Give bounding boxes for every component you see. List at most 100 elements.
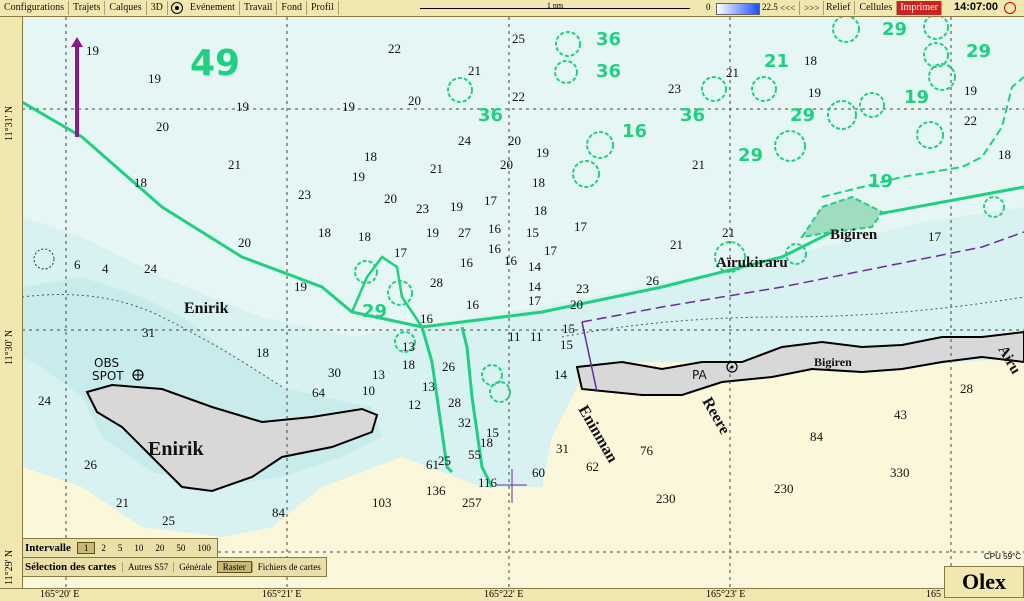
configurations-button[interactable]: Configurations [0, 1, 69, 15]
nautical-chart[interactable]: 49 36 36 36 36 16 29 21 29 19 29 19 29 2… [22, 17, 1024, 588]
clock: 14:07:00 [954, 1, 999, 13]
place-name-airukiraru: Aïrukiraru [716, 255, 788, 271]
sounding: 20 [384, 191, 397, 206]
interval-option-10[interactable]: 10 [128, 543, 149, 553]
sounding: 26 [84, 457, 98, 472]
sounding: 18 [534, 203, 547, 218]
latitude-label: 11°30' N [4, 329, 15, 365]
sounding: 19 [352, 169, 365, 184]
cellules-button[interactable]: Cellules [855, 1, 898, 15]
sounding: 24 [458, 133, 472, 148]
sounding: 18 [364, 149, 377, 164]
place-name-bigiren: Bigiren [814, 355, 852, 369]
sounding: 230 [656, 491, 676, 506]
depth-box-36: 36 [680, 105, 705, 126]
trajets-button[interactable]: Trajets [69, 1, 106, 15]
sounding: 17 [544, 243, 558, 258]
sounding: 18 [318, 225, 331, 240]
profil-button[interactable]: Profil [307, 1, 339, 15]
sounding: 21 [228, 157, 241, 172]
depth-box-29: 29 [882, 19, 907, 40]
sounding: 16 [488, 241, 502, 256]
sounding: 84 [810, 429, 824, 444]
sounding: 31 [556, 441, 569, 456]
latitude-label: 11°29' N [4, 549, 15, 585]
sounding: 13 [422, 379, 435, 394]
scale-label: 1 nm [546, 1, 564, 10]
sounding: 12 [408, 397, 421, 412]
interval-option-50[interactable]: 50 [170, 543, 191, 553]
sounding: 20 [156, 119, 169, 134]
sounding: 16 [504, 253, 518, 268]
interval-option-1[interactable]: 1 [76, 542, 96, 554]
sounding: 330 [890, 465, 910, 480]
sounding: 21 [722, 225, 735, 240]
sounding: 21 [116, 495, 129, 510]
sounding: 21 [670, 237, 683, 252]
sounding: 17 [574, 219, 588, 234]
depth-box-29: 29 [966, 41, 991, 62]
sun-icon[interactable] [1004, 2, 1016, 14]
interval-option-5[interactable]: 5 [112, 543, 129, 553]
depth-box-29: 29 [738, 145, 763, 166]
sounding: 18 [804, 53, 817, 68]
interval-option-2[interactable]: 2 [95, 543, 112, 553]
depth-box-49: 49 [190, 43, 240, 84]
generale-button[interactable]: Générale [173, 562, 216, 572]
calques-button[interactable]: Calques [105, 1, 147, 15]
sounding: 26 [442, 359, 456, 374]
depth-box-36: 36 [596, 61, 621, 82]
sounding: 18 [998, 147, 1011, 162]
sounding: 28 [960, 381, 973, 396]
sounding: 21 [468, 63, 481, 78]
imprimer-button[interactable]: Imprimer [897, 1, 942, 15]
sounding: 30 [328, 365, 341, 380]
chart-selection-panel: Sélection des cartes Autres S57 Générale… [22, 557, 327, 577]
interval-option-100[interactable]: 100 [191, 543, 217, 553]
fond-button[interactable]: Fond [277, 1, 307, 15]
fichiers-de-cartes-button[interactable]: Fichiers de cartes [251, 562, 326, 572]
sounding: 22 [388, 41, 401, 56]
olex-logo[interactable]: Olex [944, 566, 1024, 598]
sounding: 26 [646, 273, 660, 288]
sounding: 6 [74, 257, 81, 272]
sounding: 23 [298, 187, 311, 202]
sounding: 19 [536, 145, 549, 160]
sounding: 18 [256, 345, 269, 360]
sounding: 61 [426, 457, 439, 472]
sounding: 17 [484, 193, 498, 208]
sounding: 116 [478, 475, 498, 490]
sounding: 20 [408, 93, 421, 108]
autres-s57-button[interactable]: Autres S57 [122, 562, 173, 572]
obs-label: OBS [94, 356, 119, 370]
sounding: 19 [148, 71, 161, 86]
sounding: 17 [928, 229, 942, 244]
depth-box-36: 36 [478, 105, 503, 126]
evenement-button[interactable]: Evénement [186, 1, 240, 15]
sounding: 18 [480, 435, 493, 450]
nav-right-button[interactable]: >>> [800, 1, 825, 15]
longitude-label: 165 [926, 589, 941, 600]
sounding: 16 [488, 221, 502, 236]
sounding: 15 [526, 225, 539, 240]
sounding: 76 [640, 443, 654, 458]
depth-gradient[interactable] [716, 3, 760, 15]
sounding: 14 [528, 259, 542, 274]
sounding: 23 [416, 201, 429, 216]
sounding: 19 [964, 83, 977, 98]
sounding: 19 [808, 85, 821, 100]
travail-button[interactable]: Travail [240, 1, 278, 15]
chart-canvas: 49 36 36 36 36 16 29 21 29 19 29 19 29 2… [22, 17, 1024, 588]
depth-box-19: 19 [868, 171, 893, 192]
target-icon[interactable] [170, 2, 183, 14]
nav-left-button[interactable]: <<< [776, 1, 801, 15]
sounding: 22 [964, 113, 977, 128]
latitude-margin: 11°31' N 11°30' N 11°29' N [0, 17, 23, 600]
latitude-label: 11°31' N [4, 105, 15, 141]
relief-button[interactable]: Relief [822, 1, 856, 15]
raster-button[interactable]: Raster [216, 561, 252, 573]
place-name-eninman: Eninman [575, 403, 621, 466]
interval-option-20[interactable]: 20 [149, 543, 170, 553]
3d-button[interactable]: 3D [147, 1, 168, 15]
sounding: 18 [358, 229, 371, 244]
